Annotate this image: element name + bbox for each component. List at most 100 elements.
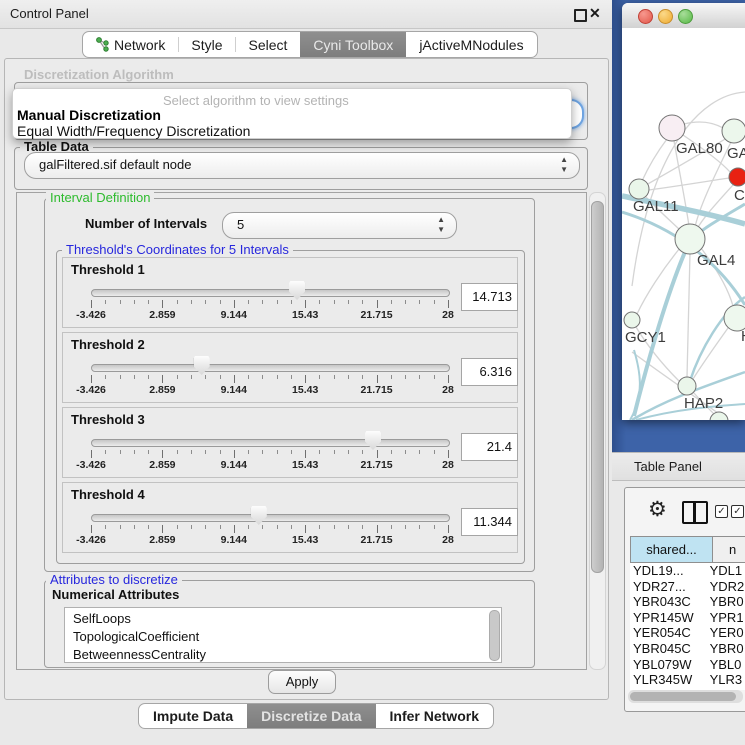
slider-track[interactable] [91, 439, 450, 447]
tick-mark [448, 375, 449, 383]
tick-mark [262, 450, 263, 454]
tick-mark [434, 300, 435, 304]
cell-shared-name: YBL079W [630, 657, 706, 673]
table-row[interactable]: YDR27...YDR2 [630, 579, 745, 595]
tick-label: 2.859 [149, 309, 175, 321]
settings-vertical-scrollbar[interactable] [589, 192, 606, 670]
scrollbar-thumb[interactable] [630, 692, 736, 701]
column-header-shared-name[interactable]: shared... [630, 536, 713, 563]
tick-mark [220, 375, 221, 379]
network-canvas[interactable]: GAL80GACGAL11GAL4GCY1HHAP2 [622, 28, 745, 420]
minimize-traffic-light[interactable] [658, 9, 673, 24]
tick-mark [362, 525, 363, 529]
slider-thumb[interactable] [289, 281, 305, 300]
list-scrollbar[interactable] [489, 610, 500, 661]
table-row[interactable]: YBR045CYBR0 [630, 641, 745, 657]
network-node-GAL4[interactable] [675, 224, 705, 254]
network-node-GCY1[interactable] [624, 312, 640, 328]
scrollbar-thumb[interactable] [591, 201, 604, 573]
tick-mark [234, 300, 235, 308]
tick-mark [191, 375, 192, 379]
slider-thumb[interactable] [194, 356, 210, 375]
network-node-GAL11[interactable] [629, 179, 649, 199]
network-node-red-node[interactable] [729, 168, 745, 186]
tick-mark [405, 450, 406, 454]
dropdown-hint: Select algorithm to view settings [163, 93, 349, 108]
gear-icon[interactable]: ⚙ [648, 497, 667, 522]
attribute-item[interactable]: TopologicalCoefficient [65, 628, 501, 646]
table-data-combobox[interactable]: galFiltered.sif default node ▲▼ [24, 152, 580, 179]
tick-label: 15.43 [292, 534, 318, 546]
split-columns-icon[interactable] [682, 501, 708, 524]
tick-mark [405, 525, 406, 529]
attribute-item[interactable]: SelfLoops [65, 610, 501, 628]
slider-track[interactable] [91, 514, 450, 522]
tick-mark [148, 375, 149, 379]
number-of-intervals-combobox[interactable]: 5 ▲▼ [222, 212, 457, 239]
table-row[interactable]: YDL19...YDL1 [630, 563, 745, 579]
table-row[interactable]: YBR043CYBR0 [630, 594, 745, 610]
tab-select[interactable]: Select [235, 32, 300, 57]
column-header-name[interactable]: n [712, 536, 745, 563]
tick-mark [91, 450, 92, 458]
threshold-value-field[interactable]: 6.316 [461, 358, 518, 386]
network-node-node-top-right[interactable] [722, 119, 745, 143]
checkbox-icon[interactable]: ✓ [715, 505, 728, 518]
tick-label: 21.715 [361, 309, 393, 321]
tick-mark [205, 375, 206, 379]
tick-mark [391, 450, 392, 454]
zoom-traffic-light[interactable] [678, 9, 693, 24]
dropdown-option-equal-width[interactable]: Equal Width/Frequency Discretization [17, 123, 250, 139]
table-row[interactable]: YER054CYER0 [630, 625, 745, 641]
tick-mark [262, 525, 263, 529]
threshold-value-field[interactable]: 21.4 [461, 433, 518, 461]
checkbox-icon[interactable]: ✓ [731, 505, 744, 518]
tick-mark [319, 300, 320, 304]
slider-track[interactable] [91, 364, 450, 372]
network-node-HAP2[interactable] [678, 377, 696, 395]
tick-mark [419, 300, 420, 304]
table-panel-titlebar: Table Panel [612, 452, 745, 481]
tab-discretize-data[interactable]: Discretize Data [247, 704, 375, 728]
table-horizontal-scrollbar[interactable] [628, 690, 743, 703]
threshold-card: Threshold 4-3.4262.8599.14415.4321.71528… [62, 482, 518, 553]
slider-thumb[interactable] [251, 506, 267, 525]
tab-jactivemnodules[interactable]: jActiveMNodules [406, 32, 536, 57]
tick-mark [248, 450, 249, 454]
slider-thumb[interactable] [365, 431, 381, 450]
cell-name: YPR1 [706, 610, 745, 626]
attribute-item[interactable]: BetweennessCentrality [65, 646, 501, 663]
tab-style[interactable]: Style [178, 32, 235, 57]
close-icon[interactable]: ✕ [589, 5, 601, 22]
tab-cyni-toolbox[interactable]: Cyni Toolbox [300, 32, 406, 57]
table-row[interactable]: YLR345WYLR3 [630, 672, 745, 688]
tick-label: 21.715 [361, 384, 393, 396]
node-label-GAL11: GAL11 [633, 198, 679, 215]
apply-button[interactable]: Apply [268, 670, 336, 694]
tick-mark [120, 375, 121, 379]
tick-label: 28 [442, 309, 454, 321]
tick-mark [148, 525, 149, 529]
tick-mark [105, 525, 106, 529]
close-traffic-light[interactable] [638, 9, 653, 24]
dropdown-option-manual[interactable]: Manual Discretization [17, 107, 161, 123]
threshold-card: Threshold 2-3.4262.8599.14415.4321.71528… [62, 332, 518, 403]
threshold-value-field[interactable]: 14.713 [461, 283, 518, 311]
tick-mark [448, 300, 449, 308]
threshold-value-field[interactable]: 11.344 [461, 508, 518, 536]
top-tabbar: Network Style Select Cyni Toolbox jActiv… [82, 31, 538, 58]
tick-mark [391, 300, 392, 304]
network-node-GAL80[interactable] [659, 115, 685, 141]
tab-infer-network[interactable]: Infer Network [376, 704, 493, 728]
tick-mark [162, 525, 163, 533]
tick-label: -3.426 [76, 459, 106, 471]
table-row[interactable]: YBL079WYBL0 [630, 657, 745, 673]
threshold-label: Threshold 3 [71, 412, 145, 427]
float-window-icon[interactable] [574, 9, 587, 22]
tab-network[interactable]: Network [83, 32, 178, 57]
control-panel-window: Control Panel ✕ Network Style Select Cyn… [0, 0, 613, 745]
tab-impute-data[interactable]: Impute Data [139, 704, 247, 728]
tick-mark [319, 450, 320, 454]
slider-track[interactable] [91, 289, 450, 297]
table-row[interactable]: YPR145WYPR1 [630, 610, 745, 626]
